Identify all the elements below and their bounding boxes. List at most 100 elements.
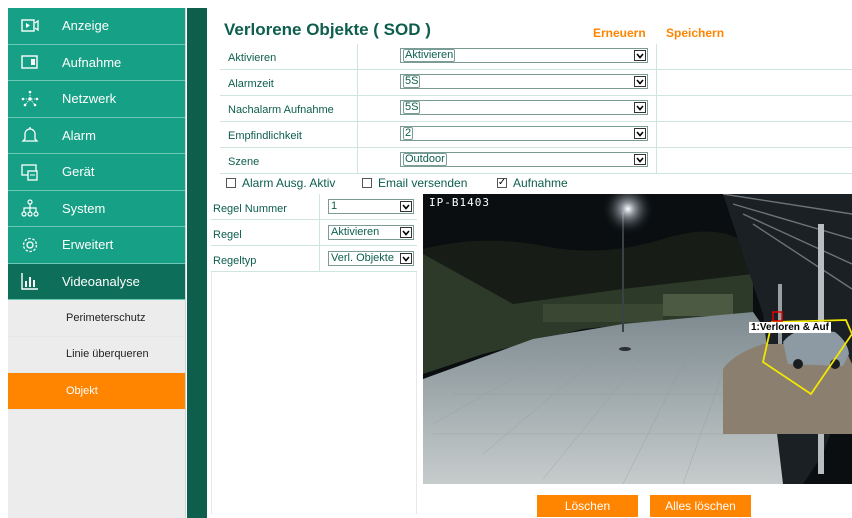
sidebar-item-label: Erweitert [62, 237, 114, 253]
divider [357, 44, 358, 70]
divider [656, 96, 657, 122]
post-alarm-recording-select[interactable]: 5S [400, 100, 648, 115]
form-row-nachalarm: Nachalarm Aufnahme 5S [220, 96, 852, 122]
recording-icon [20, 52, 40, 72]
checkbox-label: Alarm Ausg. Aktiv [242, 176, 336, 190]
chevron-down-icon [400, 253, 412, 264]
sidebar-subitem-perimeterschutz[interactable]: Perimeterschutz [8, 300, 185, 337]
form-label: Nachalarm Aufnahme [228, 104, 334, 116]
sidebar-item-label: Gerät [62, 164, 95, 180]
main-panel: Verlorene Objekte ( SOD ) Erneuern Speic… [207, 8, 852, 518]
gear-icon [20, 235, 40, 255]
form-label: Alarmzeit [228, 78, 274, 90]
chevron-down-icon [634, 128, 646, 139]
rule-number-select[interactable]: 1 [328, 199, 414, 214]
select-value: Aktivieren [403, 49, 456, 62]
rule-panel [211, 272, 417, 514]
divider [357, 70, 358, 96]
rule-label: Regel Nummer [213, 203, 287, 215]
page-title: Verlorene Objekte ( SOD ) [224, 20, 431, 39]
delete-button[interactable]: Löschen [537, 495, 638, 517]
bell-icon [20, 125, 40, 145]
divider [319, 194, 320, 220]
select-value: Aktivieren [331, 226, 380, 238]
sidebar-subitem-objekt[interactable]: Objekt [8, 373, 185, 410]
scene-select[interactable]: Outdoor [400, 152, 648, 167]
sidebar-item-videoanalyse[interactable]: Videoanalyse [8, 263, 185, 300]
renew-button[interactable]: Erneuern [593, 26, 646, 40]
divider [656, 148, 657, 174]
select-value: 2 [403, 127, 414, 140]
sidebar-item-label: Anzeige [62, 18, 109, 34]
select-value: Verl. Objekte [331, 252, 394, 264]
send-email-checkbox[interactable]: Email versenden [362, 176, 467, 190]
form-row-aktivieren: Aktivieren Aktivieren [220, 44, 852, 70]
select-value: Outdoor [403, 153, 447, 166]
checkbox-box[interactable] [226, 178, 236, 188]
chevron-down-icon [634, 154, 646, 165]
chevron-down-icon [400, 201, 412, 212]
rule-label: Regeltyp [213, 255, 257, 267]
recording-checkbox[interactable]: ✓ Aufnahme [497, 176, 568, 190]
app-root: Anzeige Aufnahme Netzwerk Alarm Gerät Sy… [0, 0, 852, 518]
form-row-empfindlichkeit: Empfindlichkeit 2 [220, 122, 852, 148]
sensitivity-select[interactable]: 2 [400, 126, 648, 141]
sidebar-item-system[interactable]: System [8, 190, 185, 227]
checkbox-label: Aufnahme [513, 176, 568, 190]
enable-select[interactable]: Aktivieren [400, 48, 648, 63]
chevron-down-icon [634, 102, 646, 113]
form-label: Szene [228, 156, 260, 168]
save-button[interactable]: Speichern [666, 26, 724, 40]
car-wheel [793, 359, 803, 369]
sidebar-item-netzwerk[interactable]: Netzwerk [8, 81, 185, 118]
divider [319, 246, 320, 272]
sidebar-subitem-linie-ueberqueren[interactable]: Linie überqueren [8, 337, 185, 373]
bar-chart-icon [20, 271, 40, 291]
sidebar-item-label: Alarm [62, 127, 96, 143]
form-row-szene: Szene Outdoor [220, 148, 852, 174]
chevron-down-icon [634, 76, 646, 87]
select-value: 5S [403, 101, 421, 114]
network-icon [20, 89, 40, 109]
sidebar-item-geraet[interactable]: Gerät [8, 154, 185, 191]
divider [319, 220, 320, 246]
select-value: 5S [403, 75, 421, 88]
sidebar-item-label: System [62, 200, 106, 216]
checkbox-box[interactable] [362, 178, 372, 188]
alarm-output-checkbox[interactable]: Alarm Ausg. Aktiv [226, 176, 335, 190]
rule-type-select[interactable]: Verl. Objekte [328, 251, 414, 266]
checkbox-box[interactable]: ✓ [497, 178, 507, 188]
rule-row-type: Regeltyp Verl. Objekte [211, 246, 417, 272]
video-preview[interactable]: IP-B1403 1:Verloren & Auf [423, 194, 852, 484]
rule-row-number: Regel Nummer 1 [211, 194, 417, 220]
form-label: Empfindlichkeit [228, 130, 302, 142]
divider [656, 44, 657, 70]
camera-scene [423, 194, 852, 484]
rule-enable-select[interactable]: Aktivieren [328, 225, 414, 240]
sidebar: Anzeige Aufnahme Netzwerk Alarm Gerät Sy… [8, 8, 186, 518]
sidebar-item-aufnahme[interactable]: Aufnahme [8, 44, 185, 81]
rule-label: Regel [213, 229, 242, 241]
select-value: 1 [331, 200, 338, 212]
alarm-time-select[interactable]: 5S [400, 74, 648, 89]
form-label: Aktivieren [228, 52, 277, 64]
divider [656, 122, 657, 148]
divider [357, 96, 358, 122]
form-row-alarmzeit: Alarmzeit 5S [220, 70, 852, 96]
sidebar-item-label: Aufnahme [62, 54, 122, 70]
hedge [663, 294, 733, 316]
checkbox-row: Alarm Ausg. Aktiv Email versenden ✓ Aufn… [223, 176, 843, 194]
delete-all-button[interactable]: Alles löschen [650, 495, 751, 517]
camera-label: IP-B1403 [429, 196, 490, 209]
sidebar-divider [187, 8, 207, 518]
sidebar-item-erweitert[interactable]: Erweitert [8, 227, 185, 264]
sidebar-item-anzeige[interactable]: Anzeige [8, 8, 185, 45]
chevron-down-icon [400, 227, 412, 238]
divider [656, 70, 657, 96]
manhole [619, 347, 631, 351]
sidebar-item-alarm[interactable]: Alarm [8, 117, 185, 154]
checkbox-label: Email versenden [378, 176, 468, 190]
system-icon [20, 198, 40, 218]
divider [357, 148, 358, 174]
rule-table: Regel Nummer 1 Regel Aktivieren Regeltyp [211, 194, 417, 272]
